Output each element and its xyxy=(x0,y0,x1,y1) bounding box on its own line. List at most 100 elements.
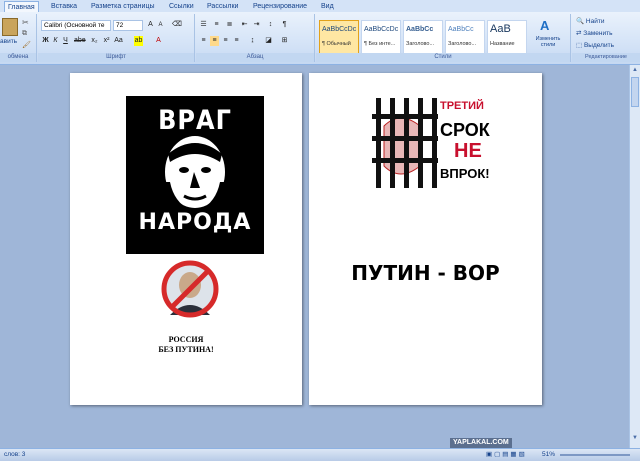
italic-button[interactable]: К xyxy=(51,36,60,46)
page-2[interactable]: ТРЕТИЙ СРОК НЕ ВПРОК! ПУТИН - ВОР xyxy=(309,73,542,405)
page-1[interactable]: ВРАГ НАРОДА РОССИЯ БЕЗ ПУТИНА! xyxy=(70,73,302,405)
style-heading-2[interactable]: AaBbCc Заголово... xyxy=(445,20,485,54)
font-group-label: Шрифт xyxy=(38,53,194,62)
clipboard-group-label: обмена xyxy=(0,53,36,62)
view-buttons-icon[interactable]: ▣▢▤▦▧ xyxy=(486,449,527,461)
binoculars-icon: 🔍 xyxy=(576,18,585,25)
vertical-scrollbar[interactable]: ▲ ▼ xyxy=(629,65,640,448)
style-sample: AaBbCcDc xyxy=(322,26,357,33)
style-no-spacing[interactable]: AaBbCcDc ¶ Без инте... xyxy=(361,20,401,54)
justify-icon[interactable]: ≡ xyxy=(232,36,241,46)
clear-format-icon[interactable]: ⌫ xyxy=(172,20,182,30)
align-center-icon[interactable]: ≡ xyxy=(210,36,219,46)
cut-icon[interactable]: ✂ xyxy=(22,18,29,27)
select-icon: ⬚ xyxy=(576,42,583,49)
style-title[interactable]: AaB Название xyxy=(487,20,527,54)
tab-review[interactable]: Рецензирование xyxy=(250,1,310,12)
styles-group-label: Стили xyxy=(316,53,570,62)
style-sample: AaBbCc xyxy=(406,26,434,33)
style-name: Название xyxy=(490,41,515,47)
scroll-down-icon[interactable]: ▼ xyxy=(631,435,639,441)
paste-icon[interactable] xyxy=(2,18,18,36)
shading-icon[interactable]: ◪ xyxy=(264,36,273,46)
poster-bottom-text: НАРОДА xyxy=(138,210,252,235)
multilevel-icon[interactable]: ≣ xyxy=(225,20,234,30)
numbering-icon[interactable]: ≡ xyxy=(212,20,221,30)
editing-group-label: Редактирование xyxy=(572,53,640,62)
clipboard-group: авить ✂ ⧉ 🖌 обмена xyxy=(0,14,37,62)
poster-line-2: СРОК xyxy=(440,120,490,140)
word-count[interactable]: слов: 3 xyxy=(4,449,25,461)
ribbon: авить ✂ ⧉ 🖌 обмена Calibri (Основной те … xyxy=(0,12,640,65)
select-button[interactable]: ⬚ Выделить xyxy=(576,41,614,49)
style-sample: AaBbCcDc xyxy=(364,26,399,33)
format-painter-icon[interactable]: 🖌 xyxy=(22,41,31,49)
document-area: ВРАГ НАРОДА РОССИЯ БЕЗ ПУТИНА! ТРЕТИЙ СР… xyxy=(0,65,629,448)
poster-line-4: ВПРОК! xyxy=(440,166,490,181)
poster-line-3: НЕ xyxy=(454,140,482,162)
enemy-poster-image: ВРАГ НАРОДА xyxy=(126,96,264,254)
no-putin-sign-image xyxy=(160,259,220,319)
bullets-icon[interactable]: ☰ xyxy=(199,20,208,30)
decrease-indent-icon[interactable]: ⇤ xyxy=(240,20,249,30)
page-2-heading: ПУТИН - ВОР xyxy=(351,261,500,285)
superscript-button[interactable]: x² xyxy=(102,36,111,46)
caption-line-1: РОССИЯ xyxy=(168,335,204,344)
find-label: Найти xyxy=(585,18,605,25)
find-button[interactable]: 🔍 Найти xyxy=(576,17,604,25)
style-sample: AaBbCc xyxy=(448,26,474,33)
watermark-logo: YAPLAKAL.COM xyxy=(450,438,512,448)
select-label: Выделить xyxy=(583,42,614,49)
replace-label: Заменить xyxy=(583,30,613,37)
style-name: Заголово... xyxy=(448,41,477,47)
prohibition-sign-icon xyxy=(161,260,219,318)
tab-view[interactable]: Вид xyxy=(318,1,337,12)
sort-icon[interactable]: ↕ xyxy=(266,20,275,30)
paste-button-label[interactable]: авить xyxy=(0,38,17,45)
show-marks-icon[interactable]: ¶ xyxy=(280,20,289,30)
tab-page-layout[interactable]: Разметка страницы xyxy=(88,1,158,12)
change-case-button[interactable]: Aa xyxy=(114,36,123,46)
underline-button[interactable]: Ч xyxy=(61,36,70,46)
font-name-select[interactable]: Calibri (Основной те xyxy=(41,20,111,31)
align-left-icon[interactable]: ≡ xyxy=(199,36,208,46)
replace-icon: ⇄ xyxy=(576,30,582,37)
zoom-slider[interactable] xyxy=(560,454,630,456)
third-term-poster-image: ТРЕТИЙ СРОК НЕ ВПРОК! xyxy=(370,96,502,190)
style-name: Заголово... xyxy=(406,41,435,47)
highlight-icon[interactable]: ab xyxy=(134,36,143,46)
editing-group: 🔍 Найти ⇄ Заменить ⬚ Выделить Редактиров… xyxy=(572,14,640,62)
scroll-up-icon[interactable]: ▲ xyxy=(631,67,639,73)
tab-insert[interactable]: Вставка xyxy=(48,1,80,12)
align-right-icon[interactable]: ≡ xyxy=(221,36,230,46)
poster-top-text: ВРАГ xyxy=(158,104,232,136)
bold-button[interactable]: Ж xyxy=(41,36,50,46)
font-group: Calibri (Основной те 72 A A ⌫ Ж К Ч abe … xyxy=(38,14,195,62)
status-bar: слов: 3 YAPLAKAL.COM ▣▢▤▦▧ 51% xyxy=(0,438,640,461)
tab-mailings[interactable]: Рассылки xyxy=(204,1,241,12)
scroll-thumb[interactable] xyxy=(631,77,639,107)
style-name: ¶ Обычный xyxy=(322,41,351,47)
increase-indent-icon[interactable]: ⇥ xyxy=(252,20,261,30)
change-styles-icon: A xyxy=(540,18,550,33)
line-spacing-icon[interactable]: ↨ xyxy=(248,36,257,46)
style-heading-1[interactable]: AaBbCc Заголово... xyxy=(403,20,443,54)
paragraph-group: ☰ ≡ ≣ ⇤ ⇥ ↕ ¶ ≡ ≡ ≡ ≡ ↨ ◪ ⊞ Абзац xyxy=(196,14,315,62)
copy-icon[interactable]: ⧉ xyxy=(22,30,27,38)
zoom-level[interactable]: 51% xyxy=(542,449,555,461)
grow-font-icon[interactable]: A xyxy=(146,20,155,30)
borders-icon[interactable]: ⊞ xyxy=(280,36,289,46)
style-normal[interactable]: AaBbCcDc ¶ Обычный xyxy=(319,20,359,54)
font-size-select[interactable]: 72 xyxy=(113,20,143,31)
change-styles-label: Изменить стили xyxy=(535,36,561,48)
style-sample: AaB xyxy=(490,23,511,35)
subscript-button[interactable]: x₂ xyxy=(90,36,99,46)
shrink-font-icon[interactable]: A xyxy=(156,20,165,30)
tab-references[interactable]: Ссылки xyxy=(166,1,197,12)
strikethrough-button[interactable]: abe xyxy=(74,36,86,46)
font-color-icon[interactable]: A xyxy=(154,36,163,46)
portrait-silhouette-icon xyxy=(165,136,225,214)
style-name: ¶ Без инте... xyxy=(364,41,396,47)
change-styles-button[interactable]: A Изменить стили xyxy=(530,18,566,54)
replace-button[interactable]: ⇄ Заменить xyxy=(576,29,612,37)
